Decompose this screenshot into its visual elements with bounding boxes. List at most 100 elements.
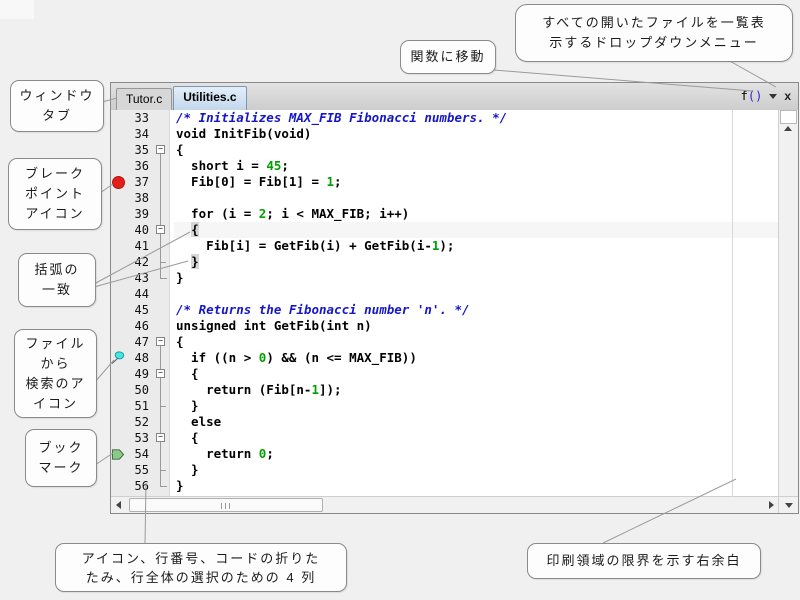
code-line[interactable]: Fib[0] = Fib[1] = 1; (174, 174, 778, 190)
code-fold-toggle-icon[interactable]: − (156, 145, 165, 154)
icon-column-cell[interactable] (111, 430, 125, 446)
fold-column-cell[interactable] (153, 254, 169, 270)
bookmark-icon[interactable] (111, 448, 125, 461)
icon-column-cell[interactable] (111, 382, 125, 398)
fold-column-cell[interactable] (153, 350, 169, 366)
fold-column-cell[interactable] (153, 286, 169, 302)
fold-column-cell[interactable] (153, 478, 169, 494)
code-pane[interactable]: /* Initializes MAX_FIB Fibonacci numbers… (174, 110, 778, 497)
fold-column-cell[interactable] (153, 318, 169, 334)
code-line[interactable]: { (174, 334, 778, 350)
icon-column-cell[interactable] (111, 350, 125, 366)
gutter-row[interactable]: 49− (111, 366, 169, 382)
code-fold-toggle-icon[interactable]: − (156, 225, 165, 234)
fold-column-cell[interactable] (153, 174, 169, 190)
code-line[interactable]: { (174, 222, 778, 238)
fold-column-cell[interactable] (153, 238, 169, 254)
code-line[interactable]: else (174, 414, 778, 430)
icon-column-cell[interactable] (111, 126, 125, 142)
gutter-row[interactable]: 53− (111, 430, 169, 446)
icon-column-cell[interactable] (111, 478, 125, 494)
code-line[interactable]: return 0; (174, 446, 778, 462)
code-line[interactable] (174, 190, 778, 206)
code-line[interactable]: if ((n > 0) && (n <= MAX_FIB)) (174, 350, 778, 366)
code-line[interactable]: for (i = 2; i < MAX_FIB; i++) (174, 206, 778, 222)
fold-column-cell[interactable]: − (153, 222, 169, 238)
icon-column-cell[interactable] (111, 446, 125, 462)
gutter-row[interactable]: 33 (111, 110, 169, 126)
gutter-row[interactable]: 51 (111, 398, 169, 414)
code-line[interactable]: /* Initializes MAX_FIB Fibonacci numbers… (174, 110, 778, 126)
gutter-row[interactable]: 55 (111, 462, 169, 478)
fold-column-cell[interactable] (153, 206, 169, 222)
icon-column-cell[interactable] (111, 286, 125, 302)
code-line[interactable]: Fib[i] = GetFib(i) + GetFib(i-1); (174, 238, 778, 254)
code-line[interactable]: } (174, 478, 778, 494)
icon-column-cell[interactable] (111, 302, 125, 318)
code-fold-toggle-icon[interactable]: − (156, 337, 165, 346)
code-line[interactable]: { (174, 142, 778, 158)
gutter-row[interactable]: 47− (111, 334, 169, 350)
vertical-scrollbar-thumb[interactable] (780, 110, 797, 124)
gutter-row[interactable]: 50 (111, 382, 169, 398)
horizontal-scrollbar-thumb[interactable] (129, 498, 323, 512)
icon-column-cell[interactable] (111, 142, 125, 158)
gutter-row[interactable]: 40− (111, 222, 169, 238)
icon-column-cell[interactable] (111, 254, 125, 270)
code-line[interactable]: return (Fib[n-1]); (174, 382, 778, 398)
fold-column-cell[interactable] (153, 446, 169, 462)
icon-column-cell[interactable] (111, 190, 125, 206)
code-line[interactable]: unsigned int GetFib(int n) (174, 318, 778, 334)
code-fold-toggle-icon[interactable]: − (156, 369, 165, 378)
code-line[interactable]: short i = 45; (174, 158, 778, 174)
horizontal-scrollbar[interactable] (111, 496, 798, 513)
gutter-row[interactable]: 48 (111, 350, 169, 366)
gutter-row[interactable]: 34 (111, 126, 169, 142)
code-line[interactable]: } (174, 398, 778, 414)
tab-utilities-c[interactable]: Utilities.c (173, 86, 246, 110)
breakpoint-icon[interactable] (112, 176, 125, 189)
tab-tutor-c[interactable]: Tutor.c (116, 88, 172, 110)
fold-column-cell[interactable] (153, 158, 169, 174)
icon-column-cell[interactable] (111, 270, 125, 286)
code-line[interactable]: } (174, 254, 778, 270)
gutter-row[interactable]: 44 (111, 286, 169, 302)
code-line[interactable]: } (174, 270, 778, 286)
icon-column-cell[interactable] (111, 334, 125, 350)
code-line[interactable]: { (174, 366, 778, 382)
gutter-row[interactable]: 38 (111, 190, 169, 206)
icon-column-cell[interactable] (111, 222, 125, 238)
gutter-row[interactable]: 43 (111, 270, 169, 286)
close-icon[interactable]: x (784, 90, 791, 102)
scrollbar-corner[interactable] (778, 497, 798, 513)
fold-column-cell[interactable] (153, 270, 169, 286)
icon-column-cell[interactable] (111, 366, 125, 382)
gutter-row[interactable]: 56 (111, 478, 169, 494)
fold-column-cell[interactable] (153, 110, 169, 126)
vertical-scrollbar[interactable] (778, 110, 798, 497)
code-line[interactable]: } (174, 462, 778, 478)
fold-column-cell[interactable]: − (153, 430, 169, 446)
code-line[interactable]: /* Returns the Fibonacci number 'n'. */ (174, 302, 778, 318)
icon-column-cell[interactable] (111, 238, 125, 254)
icon-column-cell[interactable] (111, 318, 125, 334)
fold-column-cell[interactable] (153, 302, 169, 318)
fold-column-cell[interactable] (153, 190, 169, 206)
fold-column-cell[interactable]: − (153, 142, 169, 158)
code-fold-toggle-icon[interactable]: − (156, 433, 165, 442)
icon-column-cell[interactable] (111, 110, 125, 126)
icon-column-cell[interactable] (111, 174, 125, 190)
gutter-row[interactable]: 42 (111, 254, 169, 270)
scroll-up-icon[interactable] (784, 126, 792, 131)
fold-column-cell[interactable] (153, 462, 169, 478)
gutter-row[interactable]: 35− (111, 142, 169, 158)
gutter-row[interactable]: 39 (111, 206, 169, 222)
gutter-row[interactable]: 37 (111, 174, 169, 190)
fold-column-cell[interactable] (153, 382, 169, 398)
gutter-row[interactable]: 46 (111, 318, 169, 334)
fold-column-cell[interactable]: − (153, 366, 169, 382)
open-files-dropdown-icon[interactable] (769, 94, 777, 99)
gutter-row[interactable]: 36 (111, 158, 169, 174)
scroll-left-button[interactable] (111, 497, 125, 513)
code-line[interactable] (174, 286, 778, 302)
